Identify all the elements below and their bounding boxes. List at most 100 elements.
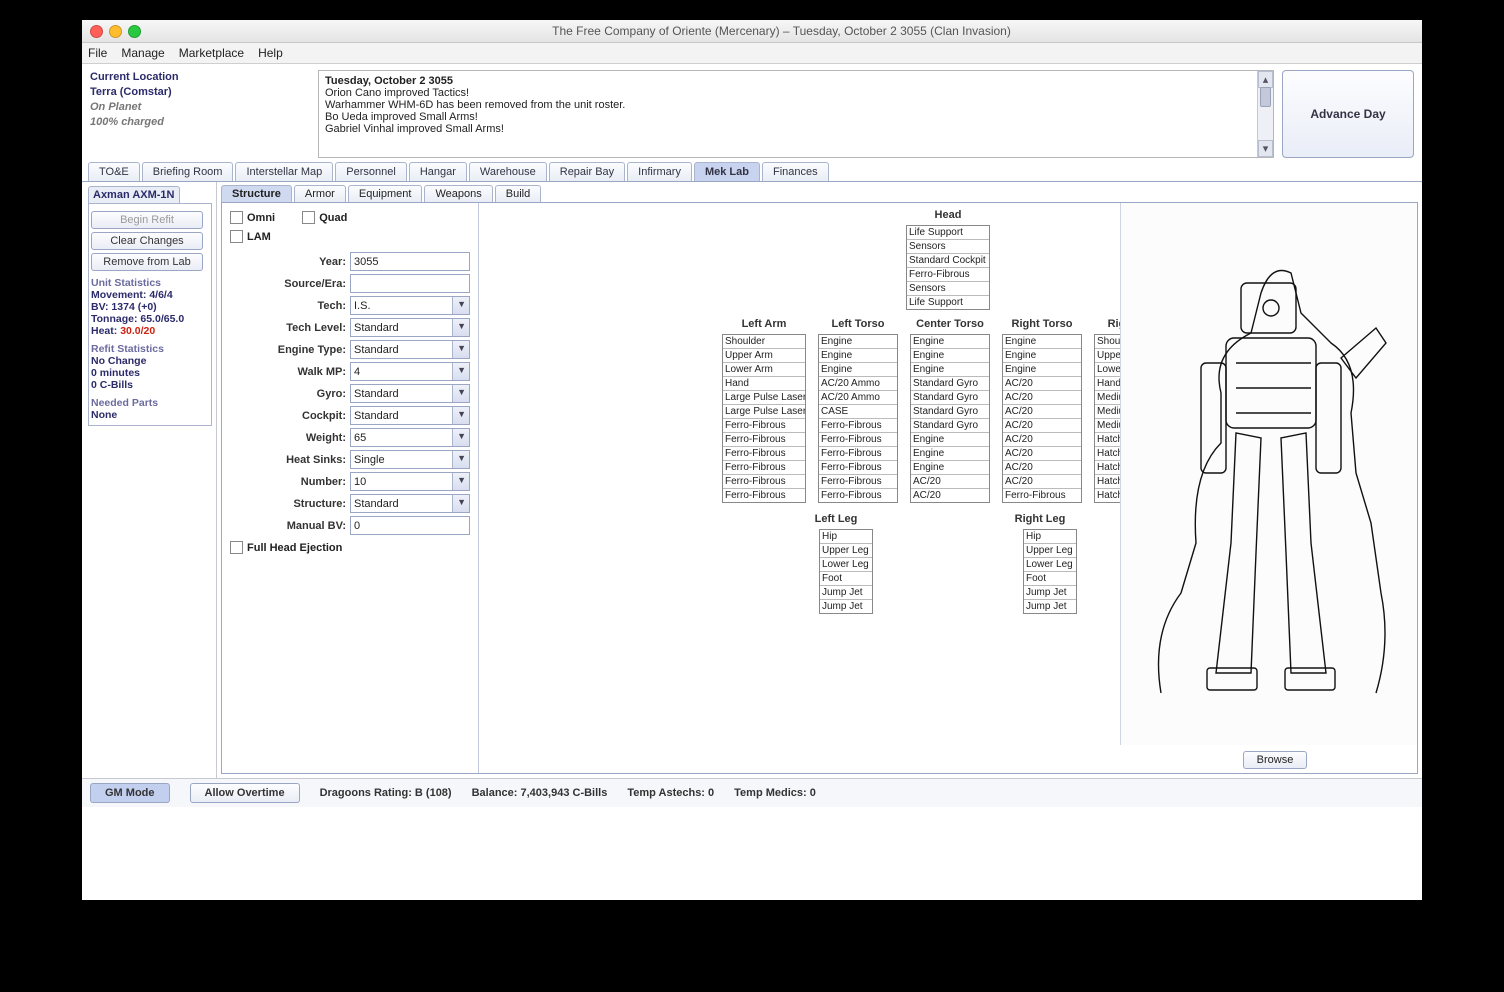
tab-repair-bay[interactable]: Repair Bay <box>549 162 625 181</box>
quad-checkbox[interactable]: Quad <box>302 211 347 224</box>
crit-slot[interactable]: Ferro-Fibrous <box>723 447 805 461</box>
crit-slot[interactable]: Engine <box>911 461 989 475</box>
tab-interstellar-map[interactable]: Interstellar Map <box>235 162 333 181</box>
structure-select[interactable]: Standard <box>350 494 470 513</box>
crit-slot[interactable]: AC/20 <box>1003 461 1081 475</box>
walkmp-select[interactable]: 4 <box>350 362 470 381</box>
crit-slot[interactable]: Life Support <box>907 296 989 309</box>
crit-slot[interactable]: Foot <box>1024 572 1076 586</box>
tab-briefing-room[interactable]: Briefing Room <box>142 162 234 181</box>
crit-slot[interactable]: Jump Jet <box>1024 600 1076 613</box>
crit-slot[interactable]: Engine <box>1003 335 1081 349</box>
browse-button[interactable]: Browse <box>1243 751 1307 769</box>
crit-slot[interactable]: Ferro-Fibrous <box>819 475 897 489</box>
crit-slot[interactable]: Engine <box>911 349 989 363</box>
tab-finances[interactable]: Finances <box>762 162 829 181</box>
subtab-armor[interactable]: Armor <box>294 185 346 202</box>
crit-slot[interactable]: Engine <box>819 363 897 377</box>
crit-slot[interactable]: Engine <box>1003 363 1081 377</box>
lam-checkbox[interactable]: LAM <box>230 230 271 243</box>
subtab-build[interactable]: Build <box>495 185 541 202</box>
crit-slot[interactable]: Standard Gyro <box>911 377 989 391</box>
techlevel-select[interactable]: Standard <box>350 318 470 337</box>
crit-slot[interactable]: Engine <box>911 363 989 377</box>
crit-slot[interactable]: Sensors <box>907 282 989 296</box>
remove-from-lab-button[interactable]: Remove from Lab <box>91 253 203 271</box>
crit-slot[interactable]: Standard Gyro <box>911 391 989 405</box>
menu-help[interactable]: Help <box>258 46 283 60</box>
omni-checkbox[interactable]: Omni <box>230 211 275 224</box>
tab-warehouse[interactable]: Warehouse <box>469 162 547 181</box>
year-input[interactable]: 3055 <box>350 252 470 271</box>
crit-slot[interactable]: Engine <box>911 447 989 461</box>
minimize-icon[interactable] <box>109 25 122 38</box>
crit-slot[interactable]: Shoulder <box>723 335 805 349</box>
zoom-icon[interactable] <box>128 25 141 38</box>
crit-slot[interactable]: Engine <box>1003 349 1081 363</box>
crit-slot[interactable]: AC/20 <box>911 489 989 502</box>
crit-slot[interactable]: Standard Cockpit <box>907 254 989 268</box>
menu-marketplace[interactable]: Marketplace <box>179 46 244 60</box>
tab-mek-lab[interactable]: Mek Lab <box>694 162 760 181</box>
crit-slot[interactable]: CASE <box>819 405 897 419</box>
engine-select[interactable]: Standard <box>350 340 470 359</box>
unit-name-tab[interactable]: Axman AXM-1N <box>88 186 180 203</box>
crit-slot[interactable]: Foot <box>820 572 872 586</box>
crit-slot[interactable]: Ferro-Fibrous <box>819 489 897 502</box>
crit-slot[interactable]: Large Pulse Laser <box>723 391 805 405</box>
crit-slot[interactable]: Sensors <box>907 240 989 254</box>
crit-slot[interactable]: Standard Gyro <box>911 405 989 419</box>
crit-slot[interactable]: Ferro-Fibrous <box>723 433 805 447</box>
crit-slot[interactable]: Lower Leg <box>1024 558 1076 572</box>
crit-slot[interactable]: Jump Jet <box>820 586 872 600</box>
tab-infirmary[interactable]: Infirmary <box>627 162 692 181</box>
crit-slot[interactable]: Upper Arm <box>723 349 805 363</box>
subtab-structure[interactable]: Structure <box>221 185 292 202</box>
cockpit-select[interactable]: Standard <box>350 406 470 425</box>
allow-overtime-button[interactable]: Allow Overtime <box>190 783 300 803</box>
crit-slot[interactable]: AC/20 <box>911 475 989 489</box>
crit-slot[interactable]: Engine <box>911 433 989 447</box>
close-icon[interactable] <box>90 25 103 38</box>
hsnumber-select[interactable]: 10 <box>350 472 470 491</box>
crit-slot[interactable]: Ferro-Fibrous <box>723 475 805 489</box>
crit-slot[interactable]: AC/20 <box>1003 405 1081 419</box>
crit-slot[interactable]: AC/20 <box>1003 377 1081 391</box>
crit-slot[interactable]: Ferro-Fibrous <box>819 447 897 461</box>
subtab-equipment[interactable]: Equipment <box>348 185 423 202</box>
crit-slot[interactable]: Engine <box>819 335 897 349</box>
crit-slot[interactable]: Ferro-Fibrous <box>1003 489 1081 502</box>
crit-slot[interactable]: Jump Jet <box>820 600 872 613</box>
crit-slot[interactable]: Hand <box>723 377 805 391</box>
crit-slot[interactable]: AC/20 <box>1003 391 1081 405</box>
crit-slot[interactable]: Ferro-Fibrous <box>723 419 805 433</box>
crit-slot[interactable]: Engine <box>819 349 897 363</box>
crit-slot[interactable]: Ferro-Fibrous <box>819 461 897 475</box>
crit-slot[interactable]: AC/20 Ammo <box>819 391 897 405</box>
gyro-select[interactable]: Standard <box>350 384 470 403</box>
crit-slot[interactable]: AC/20 <box>1003 419 1081 433</box>
crit-slot[interactable]: Ferro-Fibrous <box>907 268 989 282</box>
advance-day-button[interactable]: Advance Day <box>1282 70 1414 158</box>
menu-file[interactable]: File <box>88 46 107 60</box>
crit-slot[interactable]: Large Pulse Laser <box>723 405 805 419</box>
log-scrollbar[interactable]: ▴ ▾ <box>1257 71 1273 157</box>
crit-slot[interactable]: Standard Gyro <box>911 419 989 433</box>
scroll-down-icon[interactable]: ▾ <box>1258 140 1273 157</box>
crit-slot[interactable]: Ferro-Fibrous <box>723 489 805 502</box>
crit-slot[interactable]: Engine <box>911 335 989 349</box>
crit-slot[interactable]: Ferro-Fibrous <box>723 461 805 475</box>
crit-slot[interactable]: Jump Jet <box>1024 586 1076 600</box>
crit-slot[interactable]: Upper Leg <box>1024 544 1076 558</box>
crit-slot[interactable]: Ferro-Fibrous <box>819 419 897 433</box>
fullhead-checkbox[interactable]: Full Head Ejection <box>230 541 342 554</box>
crit-slot[interactable]: AC/20 <box>1003 475 1081 489</box>
crit-slot[interactable]: AC/20 <box>1003 447 1081 461</box>
tab-personnel[interactable]: Personnel <box>335 162 407 181</box>
crit-slot[interactable]: Hip <box>820 530 872 544</box>
tech-select[interactable]: I.S. <box>350 296 470 315</box>
manualbv-input[interactable]: 0 <box>350 516 470 535</box>
crit-slot[interactable]: AC/20 Ammo <box>819 377 897 391</box>
tab-to-e[interactable]: TO&E <box>88 162 140 181</box>
crit-slot[interactable]: AC/20 <box>1003 433 1081 447</box>
